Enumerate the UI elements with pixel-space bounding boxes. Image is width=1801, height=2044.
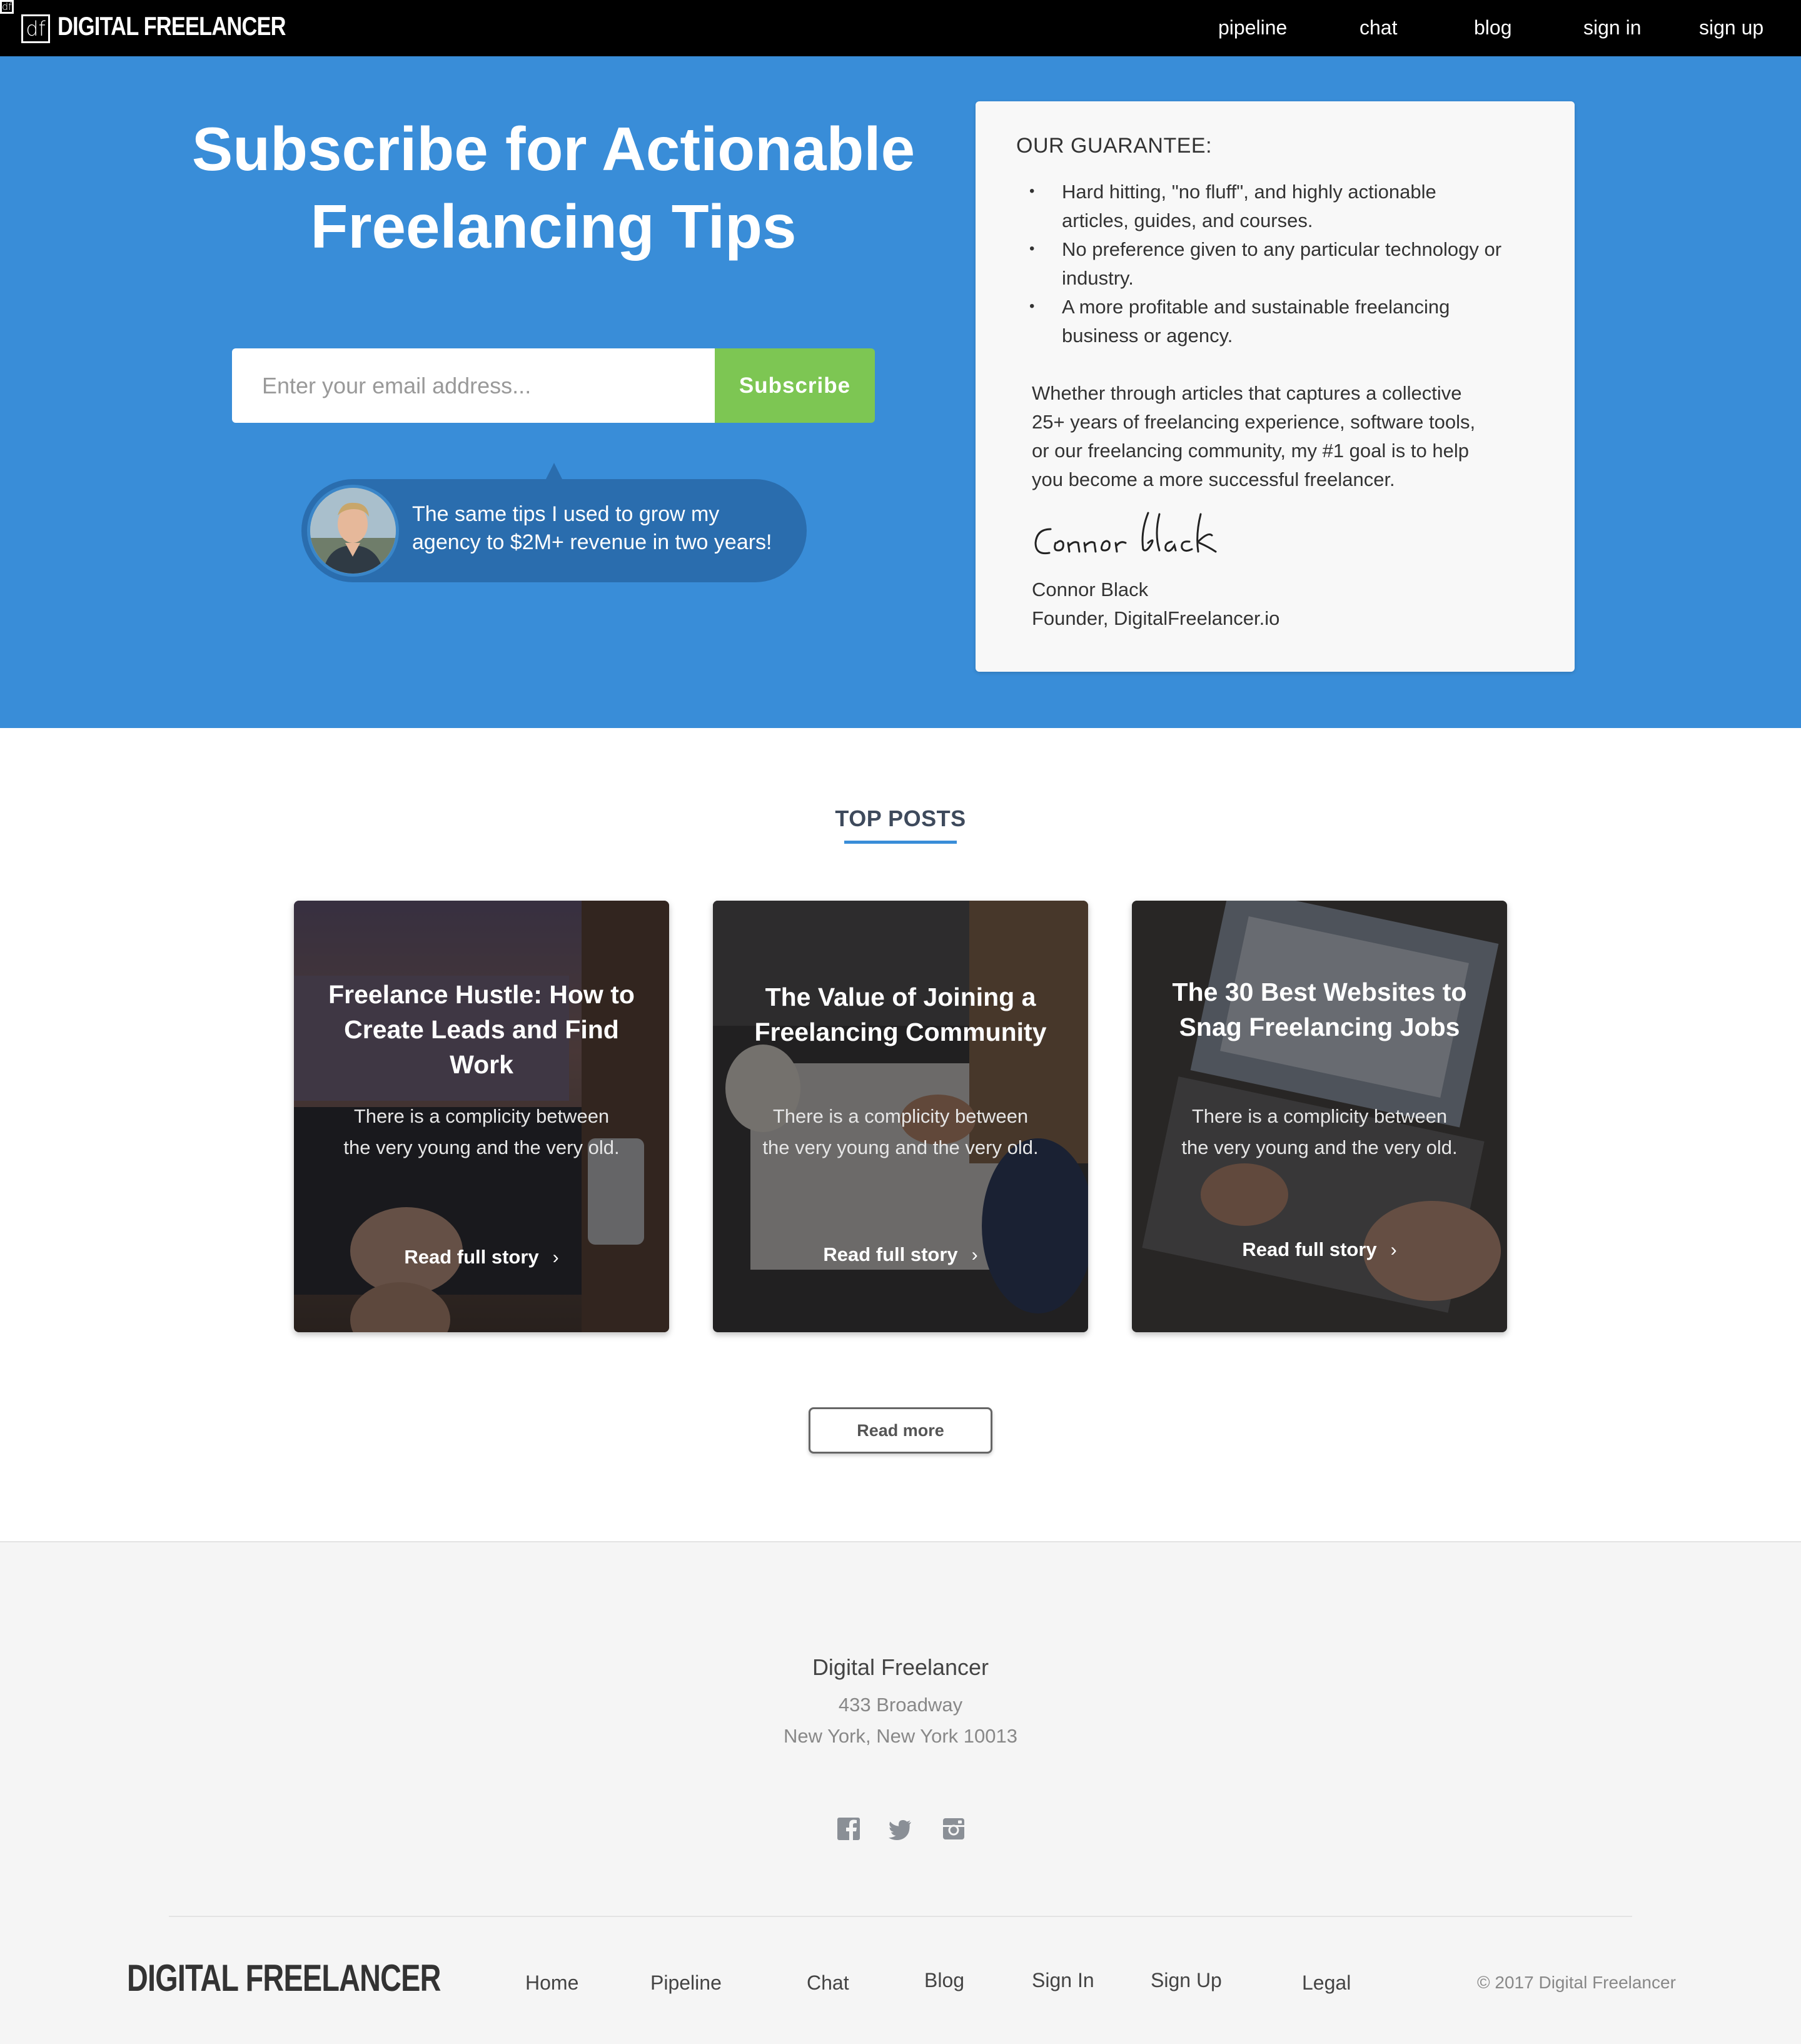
footer-link-home[interactable]: Home xyxy=(525,1971,578,1995)
paragraph-line: Whether through articles that captures a… xyxy=(1032,382,1462,404)
footer-company-name: Digital Freelancer xyxy=(812,1654,989,1680)
chevron-right-icon: › xyxy=(971,1245,978,1265)
email-input[interactable] xyxy=(232,348,715,423)
top-navbar: df DIGITAL FREELANCER pipeline chat blog… xyxy=(0,0,1801,56)
nav-link-chat[interactable]: chat xyxy=(1360,16,1397,39)
read-full-story-link[interactable]: Read full story › xyxy=(1132,1238,1507,1261)
post-title[interactable]: Freelance Hustle: How to Create Leads an… xyxy=(319,977,644,1082)
post-description: There is a complicity between the very y… xyxy=(1181,1105,1458,1158)
guarantee-paragraph: Whether through articles that captures a… xyxy=(1032,379,1532,494)
guarantee-item: A more profitable and sustainable freela… xyxy=(1062,293,1537,350)
guarantee-item: No preference given to any particular te… xyxy=(1062,235,1537,293)
chevron-right-icon: › xyxy=(1390,1240,1397,1260)
footer-divider xyxy=(169,1916,1632,1917)
guarantee-item-line: No preference given to any particular te… xyxy=(1062,238,1502,260)
paragraph-line: or our freelancing community, my #1 goal… xyxy=(1032,440,1469,462)
bullet-dot: • xyxy=(1029,183,1035,200)
chevron-right-icon: › xyxy=(552,1247,559,1268)
guarantee-item-line: business or agency. xyxy=(1062,325,1233,347)
footer-link-chat[interactable]: Chat xyxy=(807,1971,849,1995)
guarantee-item-line: Hard hitting, "no fluff", and highly act… xyxy=(1062,181,1436,203)
nav-link-sign-in[interactable]: sign in xyxy=(1583,16,1642,39)
footer-link-sign-up[interactable]: Sign Up xyxy=(1151,1969,1222,1992)
footer-link-blog[interactable]: Blog xyxy=(924,1969,964,1992)
subscribe-button[interactable]: Subscribe xyxy=(715,348,875,423)
guarantee-item: Hard hitting, "no fluff", and highly act… xyxy=(1062,178,1537,235)
guarantee-item-line: articles, guides, and courses. xyxy=(1062,210,1313,231)
logo-text[interactable]: DIGITAL FREELANCER xyxy=(58,11,286,41)
post-card[interactable]: The Value of Joining a Freelancing Commu… xyxy=(713,901,1088,1332)
post-title[interactable]: The Value of Joining a Freelancing Commu… xyxy=(738,979,1063,1050)
post-description: There is a complicity between the very y… xyxy=(762,1105,1039,1158)
footer-link-sign-in[interactable]: Sign In xyxy=(1032,1969,1094,1992)
founder-name: Connor Black xyxy=(1032,579,1149,600)
paragraph-line: 25+ years of freelancing experience, sof… xyxy=(1032,411,1476,433)
twitter-icon[interactable] xyxy=(888,1816,913,1841)
bubble-text: The same tips I used to grow my agency t… xyxy=(412,500,794,557)
top-posts-heading: TOP POSTS xyxy=(835,806,966,831)
read-full-story-label: Read full story xyxy=(823,1243,958,1265)
logo-mark[interactable]: df xyxy=(21,14,50,43)
read-full-story-link[interactable]: Read full story › xyxy=(294,1246,669,1268)
nav-link-sign-up[interactable]: sign up xyxy=(1699,16,1763,39)
bubble-text-line-2: agency to $2M+ revenue in two years! xyxy=(412,530,772,554)
bubble-text-line-1: The same tips I used to grow my xyxy=(412,502,720,526)
paragraph-line: you become a more successful freelancer. xyxy=(1032,468,1395,490)
nav-link-pipeline[interactable]: pipeline xyxy=(1218,16,1287,39)
footer-logo-mark[interactable]: df xyxy=(0,0,14,14)
facebook-icon[interactable] xyxy=(836,1816,861,1841)
read-more-button[interactable]: Read more xyxy=(809,1407,992,1454)
bullet-dot: • xyxy=(1029,240,1035,257)
guarantee-item-line: industry. xyxy=(1062,267,1134,289)
post-card[interactable]: Freelance Hustle: How to Create Leads an… xyxy=(294,901,669,1332)
guarantee-item-line: A more profitable and sustainable freela… xyxy=(1062,296,1450,318)
bubble-pointer xyxy=(545,463,563,480)
post-description: There is a complicity between the very y… xyxy=(343,1105,620,1158)
heading-underline xyxy=(844,841,957,844)
footer-address-line-1: 433 Broadway xyxy=(838,1694,963,1716)
read-full-story-link[interactable]: Read full story › xyxy=(713,1243,1088,1266)
founder-role: Founder, DigitalFreelancer.io xyxy=(1032,607,1280,629)
footer-logo-text[interactable]: DIGITAL FREELANCER xyxy=(127,1956,441,2000)
signature xyxy=(1034,512,1217,555)
post-card[interactable]: The 30 Best Websites to Snag Freelancing… xyxy=(1132,901,1507,1332)
post-title[interactable]: The 30 Best Websites to Snag Freelancing… xyxy=(1157,974,1482,1045)
avatar xyxy=(307,485,399,577)
footer-address-line-2: New York, New York 10013 xyxy=(784,1725,1017,1747)
hero-title-line-2: Freelancing Tips xyxy=(310,192,797,261)
footer-link-legal[interactable]: Legal xyxy=(1302,1971,1351,1995)
footer-copyright: © 2017 Digital Freelancer xyxy=(1477,1973,1676,1992)
hero-title: Subscribe for Actionable Freelancing Tip… xyxy=(188,110,919,265)
instagram-icon[interactable] xyxy=(941,1816,966,1841)
nav-link-blog[interactable]: blog xyxy=(1474,16,1512,39)
read-full-story-label: Read full story xyxy=(1242,1238,1377,1260)
read-full-story-label: Read full story xyxy=(404,1246,539,1268)
hero-title-line-1: Subscribe for Actionable xyxy=(191,114,916,183)
guarantee-title: OUR GUARANTEE: xyxy=(1016,134,1213,158)
footer-link-pipeline[interactable]: Pipeline xyxy=(650,1971,722,1995)
bullet-dot: • xyxy=(1029,298,1035,315)
